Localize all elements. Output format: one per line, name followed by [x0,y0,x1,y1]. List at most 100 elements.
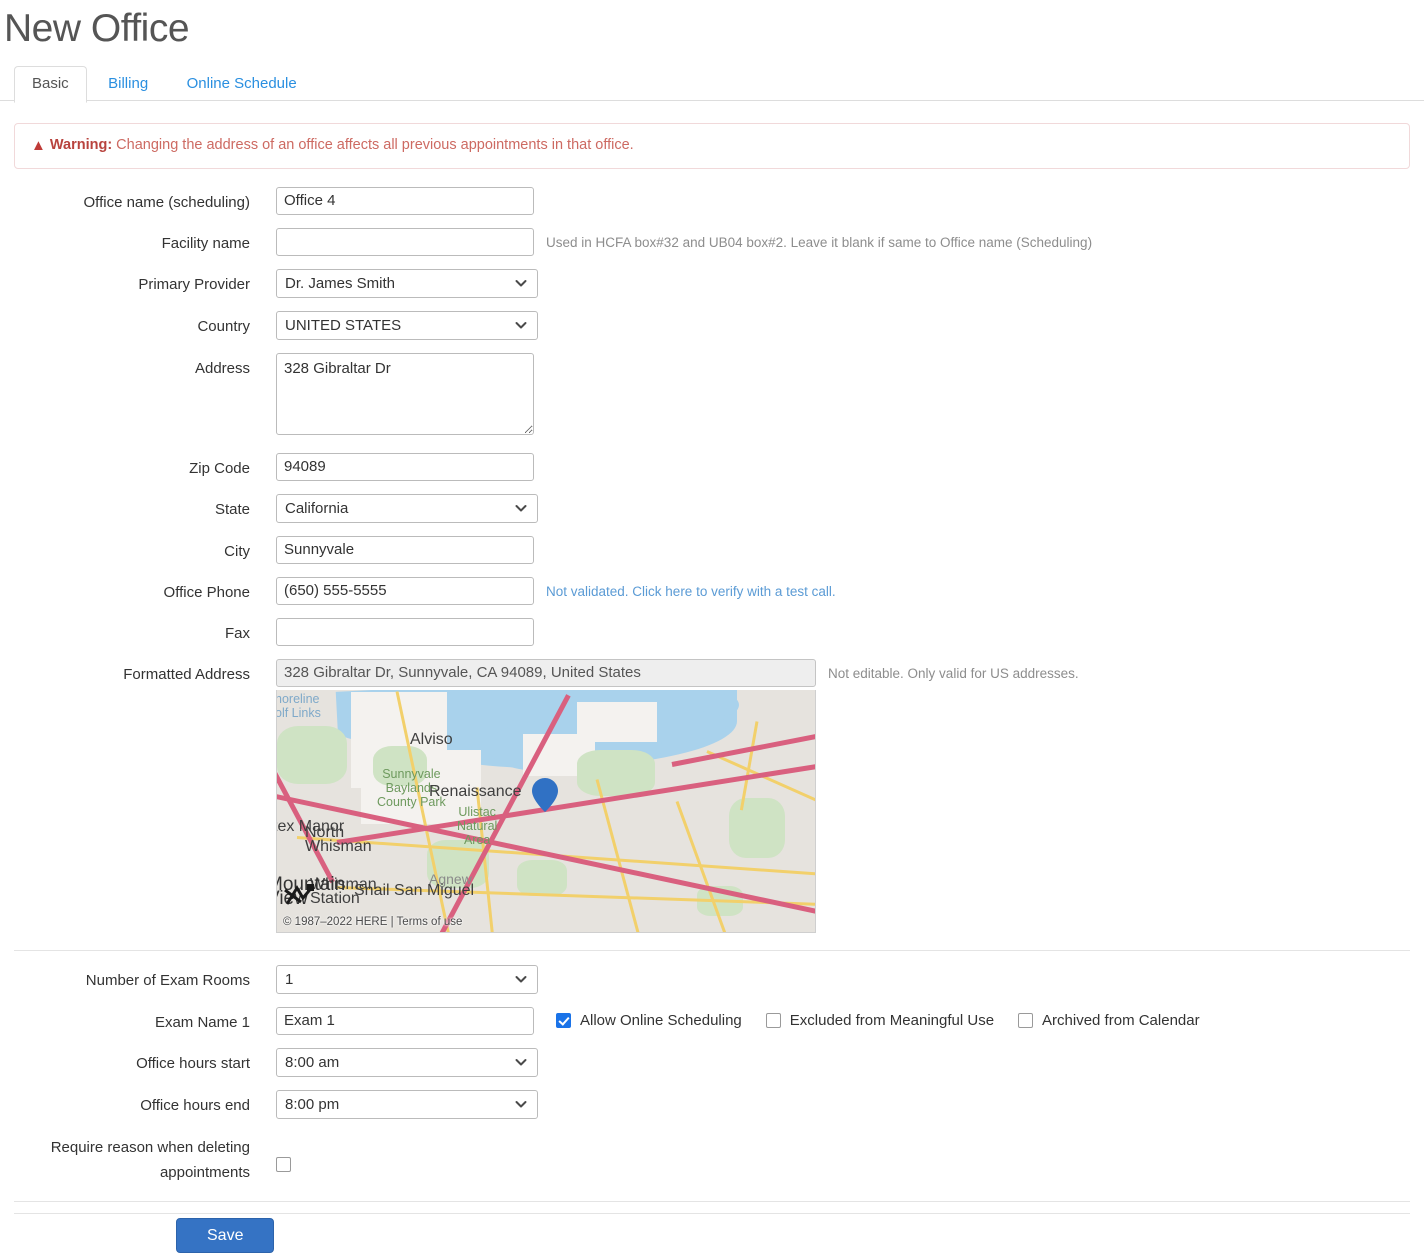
map-label-ulistac: Ulistac Natural Area [457,804,498,847]
archived-from-calendar-checkbox[interactable] [1018,1012,1034,1028]
field-row-hours-end: Office hours end 8:00 pm [0,1089,1424,1119]
field-row-zip-code: Zip Code [0,452,1424,481]
map-water [705,693,739,716]
exam-rooms-label: Number of Exam Rooms [85,971,250,989]
chevron-down-icon [515,502,527,514]
facility-name-hint: Used in HCFA box#32 and UB04 box#2. Leav… [546,234,1093,250]
primary-provider-label: Primary Provider [138,275,250,293]
allow-online-scheduling-label: Allow Online Scheduling [580,1011,742,1029]
country-value: UNITED STATES [285,316,402,334]
field-row-country: Country UNITED STATES [0,310,1424,340]
hours-end-label: Office hours end [140,1096,250,1114]
city-input[interactable] [276,535,534,564]
map-park [729,797,785,858]
field-row-require-reason: Require reason when deleting appointment… [0,1135,1424,1185]
hours-end-value: 8:00 pm [285,1095,340,1113]
map-pin-icon [532,777,558,812]
country-label: Country [197,317,250,335]
office-phone-input[interactable] [276,576,534,605]
chevron-down-icon [515,1098,527,1110]
formatted-address-label: Formatted Address [123,665,250,683]
facility-name-label: Facility name [161,234,250,252]
address-label: Address [194,359,250,377]
zip-code-label: Zip Code [189,459,250,477]
field-row-exam-name: Exam Name 1 Allow Online Scheduling Excl… [0,1006,1424,1035]
location-map[interactable]: horeline olf Links Alviso Sunnyvale Baylan… [276,689,816,933]
warning-banner: ▲ Warning: Changing the address of an off… [14,122,1410,169]
map-label-north-whisman: North Whisman [305,823,372,855]
field-row-facility-name: Facility name Used in HCFA box#32 and UB… [0,227,1424,256]
tab-billing[interactable]: Billing [91,67,165,102]
option-checkbox-group: Allow Online Scheduling Excluded from Me… [556,1007,1224,1029]
fax-input[interactable] [276,617,534,646]
office-phone-label: Office Phone [163,583,250,601]
map-park [277,725,347,784]
map-label-shoreline-golf: horeline olf Links [276,691,321,720]
section-divider [14,949,1410,951]
here-logo-icon [283,882,337,908]
field-row-address: Address 328 Gibraltar Dr [0,352,1424,440]
map-park [577,749,655,796]
map-park [517,859,567,896]
warning-triangle-icon: ▲ [31,136,46,154]
checkbox-item-archived-from-calendar[interactable]: Archived from Calendar [1018,1012,1200,1029]
state-label: State [214,500,250,518]
field-row-city: City [0,535,1424,564]
field-row-fax: Fax [0,617,1424,646]
allow-online-scheduling-checkbox[interactable] [556,1012,571,1028]
tab-online-schedule[interactable]: Online Schedule [170,67,314,102]
tab-basic[interactable]: Basic [14,65,87,103]
map-label-snail-san-miguel: Snail San Miguel [354,881,475,899]
page-bottom-rule [14,1213,1410,1214]
formatted-address-input [276,658,816,687]
checkbox-item-allow-online-scheduling[interactable]: Allow Online Scheduling [556,1012,742,1029]
formatted-address-hint: Not editable. Only valid for US addresse… [828,665,1079,681]
chevron-down-icon [515,1056,527,1068]
chevron-down-icon [515,973,527,985]
field-row-office-name: Office name (scheduling) [0,186,1424,215]
require-reason-checkbox[interactable] [276,1156,291,1172]
save-button[interactable]: Save [176,1217,275,1253]
primary-provider-value: Dr. James Smith [285,274,396,292]
map-label-renaissance: Renaissance [429,782,522,800]
phone-verify-link[interactable]: Not validated. Click here to verify with… [546,577,836,599]
state-value: California [285,499,349,517]
form-actions: Save [0,1217,1424,1253]
fax-label: Fax [224,624,250,642]
office-name-input[interactable] [276,186,534,215]
hours-start-select[interactable]: 8:00 am [276,1047,538,1077]
state-select[interactable]: California [276,493,538,523]
chevron-down-icon [515,277,527,289]
archived-from-calendar-label: Archived from Calendar [1042,1011,1200,1029]
tab-bar: Basic Billing Online Schedule [0,65,1424,103]
office-form: Office name (scheduling) Facility name U… [0,186,1424,1253]
field-row-exam-rooms: Number of Exam Rooms 1 [0,964,1424,994]
map-attribution[interactable]: © 1987–2022 HERE | Terms of use [283,916,462,928]
chevron-down-icon [515,319,527,331]
facility-name-input[interactable] [276,227,534,256]
warning-label: Warning: [49,136,113,153]
require-reason-label: Require reason when deleting appointment… [50,1138,250,1181]
country-select[interactable]: UNITED STATES [276,310,538,340]
map-label-alviso: Alviso [410,730,453,748]
exam-name-input[interactable] [276,1006,534,1035]
exam-rooms-value: 1 [285,970,294,988]
field-row-office-phone: Office Phone Not validated. Click here t… [0,576,1424,605]
field-row-primary-provider: Primary Provider Dr. James Smith [0,268,1424,298]
office-name-label: Office name (scheduling) [83,193,250,211]
excluded-meaningful-use-checkbox[interactable] [765,1012,781,1028]
zip-code-input[interactable] [276,452,534,481]
exam-name-label: Exam Name 1 [154,1013,250,1031]
footer-divider [14,1200,1410,1202]
warning-message: Changing the address of an office affect… [112,136,634,153]
hours-end-select[interactable]: 8:00 pm [276,1089,538,1119]
address-textarea[interactable]: 328 Gibraltar Dr [276,352,534,435]
primary-provider-select[interactable]: Dr. James Smith [276,268,538,298]
field-row-state: State California [0,493,1424,523]
field-row-hours-start: Office hours start 8:00 am [0,1047,1424,1077]
exam-rooms-select[interactable]: 1 [276,964,538,994]
checkbox-item-excluded-meaningful-use[interactable]: Excluded from Meaningful Use [765,1011,995,1029]
city-label: City [224,542,250,560]
excluded-meaningful-use-label: Excluded from Meaningful Use [789,1011,995,1029]
hours-start-value: 8:00 am [285,1053,340,1071]
